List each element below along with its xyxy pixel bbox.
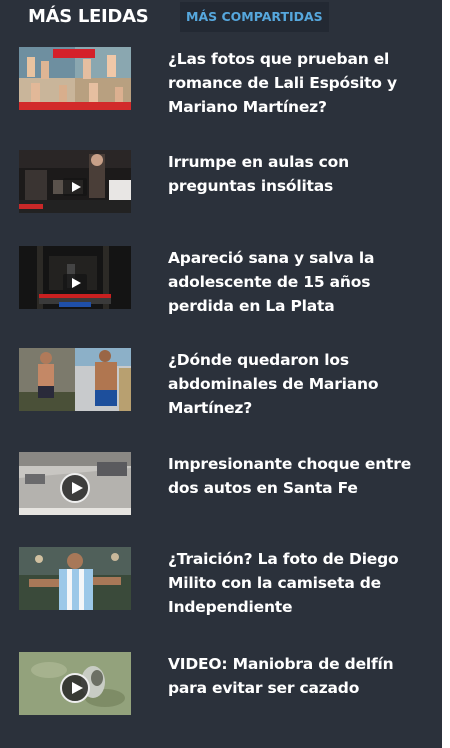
article-item[interactable]: Irrumpe en aulas con preguntas insólitas [0, 150, 442, 230]
article-thumbnail[interactable] [19, 452, 131, 515]
article-headline[interactable]: VIDEO: Maniobra de delfín para evitar se… [168, 652, 430, 700]
article-thumbnail[interactable] [19, 652, 131, 715]
article-headline[interactable]: Impresionante choque entre dos autos en … [168, 452, 430, 500]
article-headline[interactable]: Irrumpe en aulas con preguntas insólitas [168, 150, 430, 198]
most-read-widget: MÁS LEIDAS MÁS COMPARTIDAS ¿Las fotos qu… [0, 0, 442, 748]
article-thumbnail[interactable] [19, 547, 131, 610]
article-thumbnail[interactable] [19, 150, 131, 213]
article-item[interactable]: Apareció sana y salva la adolescente de … [0, 246, 442, 326]
soccer-player-thumbnail [19, 547, 131, 610]
shirtless-man-thumbnail [19, 348, 131, 411]
tab-mas-compartidas[interactable]: MÁS COMPARTIDAS [180, 2, 329, 32]
tab-mas-leidas[interactable]: MÁS LEIDAS [28, 0, 149, 34]
article-item[interactable]: Impresionante choque entre dos autos en … [0, 452, 442, 532]
article-thumbnail[interactable] [19, 47, 131, 110]
article-headline[interactable]: Apareció sana y salva la adolescente de … [168, 246, 430, 318]
article-thumbnail[interactable] [19, 348, 131, 411]
article-headline[interactable]: ¿Traición? La foto de Diego Milito con l… [168, 547, 430, 619]
play-icon[interactable] [60, 473, 90, 503]
beach-photos-thumbnail [19, 47, 131, 110]
article-headline[interactable]: ¿Dónde quedaron los abdominales de Maria… [168, 348, 430, 420]
article-item[interactable]: VIDEO: Maniobra de delfín para evitar se… [0, 652, 442, 732]
play-icon[interactable] [63, 178, 87, 196]
play-icon[interactable] [60, 673, 90, 703]
article-item[interactable]: ¿Traición? La foto de Diego Milito con l… [0, 547, 442, 627]
play-icon[interactable] [63, 274, 87, 292]
tab-bar: MÁS LEIDAS MÁS COMPARTIDAS [0, 0, 442, 36]
article-item[interactable]: ¿Las fotos que prueban el romance de Lal… [0, 47, 442, 127]
article-item[interactable]: ¿Dónde quedaron los abdominales de Maria… [0, 348, 442, 428]
article-thumbnail[interactable] [19, 246, 131, 309]
article-headline[interactable]: ¿Las fotos que prueban el romance de Lal… [168, 47, 430, 119]
